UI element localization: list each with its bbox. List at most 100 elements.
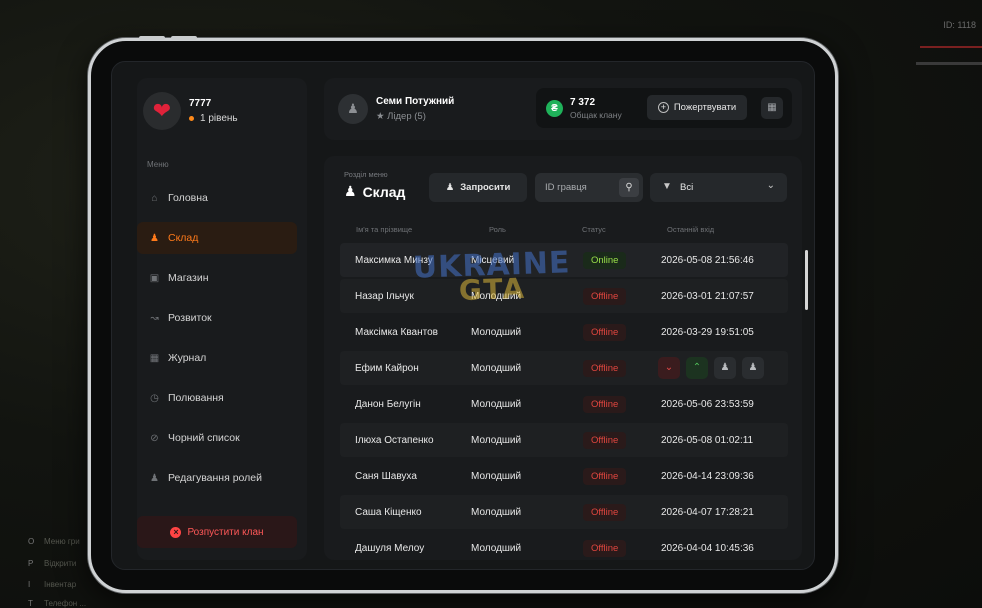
profile-card: ❤ 7777 1 рівень (143, 92, 238, 130)
member-name: Максимка Минзу (355, 255, 433, 266)
family-header: ♟ Семи Потужний ★ Лідер (5) ₴ 7 372 Обща… (324, 78, 802, 140)
family-role: ★ Лідер (5) (376, 111, 426, 122)
member-name: Максімка Квантов (355, 327, 438, 338)
search-input[interactable] (535, 173, 615, 202)
sidebar-menu: ⌂ Головна ♟ Склад ▣ Магазин ↝ Розвиток ▦ Журн… (137, 182, 307, 502)
last-login: 2026-05-08 01:02:11 (661, 435, 754, 446)
filter-value: Всі (680, 182, 694, 193)
status-filter-dropdown[interactable]: ▼ Всі ⌄ (650, 173, 787, 202)
scrollbar[interactable] (805, 250, 808, 310)
demote-button[interactable]: ⌄ (658, 357, 680, 379)
member-name: Саша Кіщенко (355, 507, 422, 518)
group-icon: ♟ (344, 183, 357, 199)
sidebar-item-home[interactable]: ⌂ Головна (137, 182, 307, 214)
shop-icon: ▣ (149, 272, 160, 284)
family-info: ♟ Семи Потужний ★ Лідер (5) (338, 94, 454, 124)
gift-icon-button[interactable]: ▦ (761, 97, 783, 119)
promote-button[interactable]: ⌃ (686, 357, 708, 379)
user-icon: ♟ (338, 94, 368, 124)
clan-bank: ₴ 7 372 Общак клану + Пожертвувати ▦ (536, 88, 792, 128)
armor-bar (916, 62, 982, 65)
member-name: Назар Ільчук (355, 291, 414, 302)
last-login: 2026-05-08 21:56:46 (661, 255, 754, 266)
last-login: 2026-04-07 17:28:21 (661, 507, 754, 518)
member-role: Молодший (471, 363, 522, 374)
chevron-down-icon: ⌄ (766, 180, 775, 191)
user-edit-icon: ♟ (150, 472, 159, 484)
member-role: Молодший (471, 399, 522, 410)
bank-label: Общак клану (570, 110, 622, 120)
last-login: 2026-04-14 23:09:36 (661, 471, 754, 482)
table-row[interactable]: Ефим Кайрон Молодший Offline ⌄ ⌃ ♟ ♟ (340, 351, 788, 385)
hint-row: O Меню гри (28, 537, 80, 546)
add-user-icon: ♟ (445, 182, 455, 193)
tablet-button (171, 36, 197, 40)
last-login: 2026-03-29 19:51:05 (661, 327, 754, 338)
table-row[interactable]: Саша Кіщенко Молодший Offline 2026-04-07… (340, 495, 788, 529)
home-icon: ⌂ (151, 192, 158, 204)
status-badge: Offline (583, 360, 627, 377)
user-action-button[interactable]: ♟ (714, 357, 736, 379)
chart-icon: ↝ (150, 312, 159, 324)
hint-row: P Відкрити (28, 559, 77, 568)
table-row[interactable]: Назар Ільчук Молодший Offline 2026-03-01… (340, 279, 788, 313)
sidebar-item-journal[interactable]: ▦ Журнал (137, 342, 307, 374)
sidebar-item-hunting[interactable]: ◷ Полювання (137, 382, 307, 414)
member-role: Молодший (471, 507, 522, 518)
page-title: ♟ Склад (344, 183, 406, 200)
last-login: 2026-05-06 23:53:59 (661, 399, 754, 410)
tablet-screen: ❤ 7777 1 рівень Меню ⌂ Головна ♟ Склад ▣ Ма… (111, 61, 815, 570)
row-actions: ⌄ ⌃ ♟ ♟ (658, 357, 764, 379)
status-badge: Offline (583, 504, 627, 521)
table-row[interactable]: Дашуля Мелоу Молодший Offline 2026-04-04… (340, 531, 788, 560)
sidebar-item-blacklist[interactable]: ⊘ Чорний список (137, 422, 307, 454)
sidebar-item-shop[interactable]: ▣ Магазин (137, 262, 307, 294)
table-row[interactable]: Данон Белугін Молодший Offline 2026-05-0… (340, 387, 788, 421)
invite-button[interactable]: ♟ Запросити (429, 173, 527, 202)
member-role: Місцевий (471, 255, 515, 266)
bank-value: 7 372 (570, 97, 596, 108)
member-name: Ілюха Остапенко (355, 435, 434, 446)
player-id-text: ID: 1118 (943, 20, 976, 30)
plus-icon: + (657, 102, 669, 113)
section-label: Розділ меню (344, 170, 388, 179)
family-name: Семи Потужний (376, 96, 455, 107)
table-header: Ім'я та прізвище Роль Статус Останній вх… (344, 225, 784, 239)
column-header-role: Роль (489, 225, 506, 234)
health-bar (920, 46, 982, 48)
sidebar-item-storage[interactable]: ♟ Склад (137, 222, 297, 254)
star-icon: ★ (376, 111, 385, 122)
members-table: Максимка Минзу Місцевий Online 2026-05-0… (340, 243, 788, 560)
column-header-last-login: Останній вхід (667, 225, 715, 234)
disband-clan-button[interactable]: × Розпустити клан (137, 516, 297, 548)
tablet-frame: ❤ 7777 1 рівень Меню ⌂ Головна ♟ Склад ▣ Ма… (88, 36, 838, 593)
profile-name: 7777 (189, 98, 212, 109)
last-login: 2026-04-04 10:45:36 (661, 543, 754, 554)
sidebar-item-roles[interactable]: ♟ Редагування ролей (137, 462, 307, 494)
table-row[interactable]: Саня Шавуха Молодший Offline 2026-04-14 … (340, 459, 788, 493)
search-box: ⚲ (535, 173, 643, 202)
member-role: Молодший (471, 435, 522, 446)
member-role: Молодший (471, 471, 522, 482)
sidebar-item-development[interactable]: ↝ Розвиток (137, 302, 307, 334)
member-name: Дашуля Мелоу (355, 543, 425, 554)
member-role: Молодший (471, 291, 522, 302)
book-icon: ▦ (149, 352, 160, 364)
status-badge: Offline (583, 432, 627, 449)
group-icon: ♟ (150, 232, 159, 244)
currency-icon: ₴ (546, 100, 563, 117)
level-dot-icon (189, 116, 194, 121)
status-badge: Offline (583, 468, 627, 485)
member-name: Данон Белугін (355, 399, 421, 410)
menu-title: Меню (147, 160, 169, 169)
column-header-name: Ім'я та прізвище (356, 225, 413, 234)
search-icon[interactable]: ⚲ (619, 178, 639, 197)
member-name: Саня Шавуха (355, 471, 417, 482)
kick-user-button[interactable]: ♟ (742, 357, 764, 379)
status-badge: Offline (583, 540, 627, 557)
status-badge: Online (583, 252, 627, 269)
table-row[interactable]: Максімка Квантов Молодший Offline 2026-0… (340, 315, 788, 349)
donate-button[interactable]: + Пожертвувати (647, 95, 747, 120)
table-row[interactable]: Ілюха Остапенко Молодший Offline 2026-05… (340, 423, 788, 457)
table-row[interactable]: Максимка Минзу Місцевий Online 2026-05-0… (340, 243, 788, 277)
